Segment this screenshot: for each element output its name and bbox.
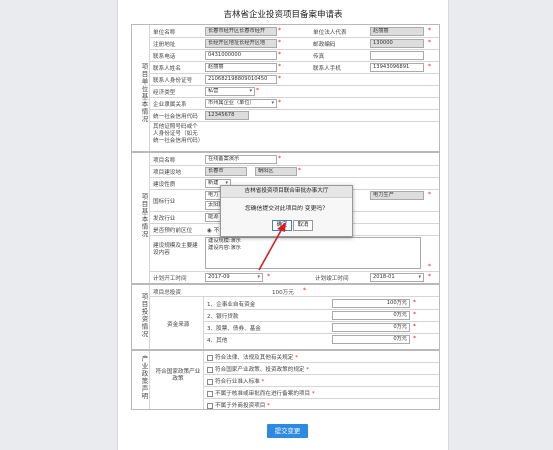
nature-label: 建设性质 xyxy=(153,182,176,188)
relation-label: 企业隶属关系 xyxy=(153,102,187,108)
scale-textarea[interactable]: 建设规模:演示 建设内容:演示 xyxy=(205,237,421,269)
unit-name-label: 单位名称 xyxy=(153,30,176,36)
credit-code-field[interactable]: 12345678 xyxy=(205,111,249,120)
postcode-label: 邮政编码 xyxy=(313,42,336,48)
dialog-cancel-button[interactable]: 取消 xyxy=(293,220,313,231)
reg-address-field[interactable]: 长经开区地址长经开区地 xyxy=(205,39,277,48)
phone-label: 联系电话 xyxy=(153,54,176,60)
project-district-field[interactable]: 朝阳区 xyxy=(255,167,297,176)
contact-mobile-field[interactable]: 13943096891 xyxy=(370,63,424,72)
policy-checkbox[interactable]: 符合行业准入标准 * xyxy=(207,377,264,385)
section-invest: 项目投资情况 项目总投资 100万元 * 资金来源 1、企事业自有资金 100万… xyxy=(131,284,440,350)
submit-change-button[interactable]: 提交变更 xyxy=(267,424,308,438)
section-project-label: 项目基本情况 xyxy=(140,193,148,238)
end-time-field[interactable]: 2018-01 xyxy=(370,273,424,282)
fund-item-label: 1、企事业自有资金 xyxy=(207,302,256,308)
policy-checkbox[interactable]: 符合法律、法规及其他有关规定 * xyxy=(207,353,298,361)
postcode-field[interactable]: 130000 xyxy=(370,39,424,48)
econ-type-label: 经济类型 xyxy=(153,90,176,96)
policy-checkbox[interactable]: 符合国家产业政策、投资政策的规定 * xyxy=(207,365,309,373)
fund-item-value[interactable]: 100万元 xyxy=(332,299,410,308)
policy-label: 符合国家政策产业政策 xyxy=(155,369,201,382)
idcard-field[interactable]: 210682198809010450 xyxy=(205,75,277,84)
other-id-label: 其他证照号码或个人身份证号（如无统一社会信用代码） xyxy=(153,124,204,144)
fund-item-value[interactable]: 0万元 xyxy=(332,335,410,344)
fund-item-value[interactable]: 0万元 xyxy=(332,311,410,320)
dev-industry-label: 发改行业 xyxy=(153,216,176,222)
legal-rep-label: 单位法人代表 xyxy=(313,30,347,36)
project-city-field[interactable]: 长春市 xyxy=(205,167,247,176)
fund-item-label: 3、股票、债券、基金 xyxy=(207,326,261,332)
industry-label: 国标行业 xyxy=(153,199,176,205)
section-policy-label: 产业政策声明 xyxy=(140,355,148,400)
confirm-dialog: 吉林省投资项目联合审批办事大厅 您确信提交对此项目的 变更吗？ 确定 取消 xyxy=(220,185,353,237)
project-location-label: 项目建设地 xyxy=(153,170,181,176)
project-name-label: 项目名称 xyxy=(153,158,176,164)
total-invest-value: 100万元 xyxy=(272,290,294,296)
reg-address-label: 注册地址 xyxy=(153,42,176,48)
unit-name-field[interactable]: 长春市经开区长春市经开 xyxy=(205,27,277,36)
contact-name-label: 联系人姓名 xyxy=(153,66,181,72)
fund-source-label: 资金来源 xyxy=(167,322,190,328)
fax-label: 传真 xyxy=(313,54,325,60)
dialog-title: 吉林省投资项目联合审批办事大厅 xyxy=(221,186,352,198)
project-name-field[interactable]: 在线备案演示 xyxy=(205,155,277,164)
contact-mobile-label: 联系人手机 xyxy=(313,66,341,72)
industry-right-field[interactable]: 电力生产 xyxy=(370,191,424,200)
econ-type-select[interactable]: 私营 xyxy=(205,87,255,96)
section-invest-label: 项目投资情况 xyxy=(140,293,148,338)
start-time-label: 计划开工时间 xyxy=(153,276,187,282)
section-unit-label: 项目单位基本情况 xyxy=(140,63,148,123)
contact-name-field[interactable]: 赵丽丽 xyxy=(205,63,277,72)
page-title: 吉林省企业投资项目备案申请表 xyxy=(223,10,343,20)
start-time-field[interactable]: 2017-09 xyxy=(205,273,263,282)
total-invest-label: 项目总投资 xyxy=(153,290,181,296)
relation-select[interactable]: 市州属企业（单位） xyxy=(205,99,277,108)
scale-label: 建设规模及主要建设内容 xyxy=(153,243,198,256)
dialog-message: 您确信提交对此项目的 变更吗？ xyxy=(245,206,328,212)
policy-checkbox[interactable]: 不属于外商投资项目 * xyxy=(207,401,270,409)
dialog-ok-button[interactable]: 确定 xyxy=(272,220,292,231)
fax-field[interactable] xyxy=(370,51,424,60)
legal-rep-field[interactable]: 赵丽丽 xyxy=(370,27,424,36)
credit-code-label: 统一社会信用代码 xyxy=(153,114,198,120)
fund-item-value[interactable]: 0万元 xyxy=(332,323,410,332)
section-policy: 产业政策声明 符合国家政策产业政策 符合法律、法规及其他有关规定 * 符合国家产… xyxy=(131,350,440,410)
pre-zone-label: 是否预约前区位 xyxy=(153,228,193,234)
section-unit: 项目单位基本情况 单位名称 长春市经开区长春市经开 * 单位法人代表 赵丽丽 *… xyxy=(131,24,440,152)
policy-checkbox[interactable]: 不属于核准或审批而在进行备案的项目 * xyxy=(207,389,315,397)
end-time-label: 计划竣工时间 xyxy=(315,276,349,282)
phone-field[interactable]: 0431000000 xyxy=(205,51,277,60)
fund-item-label: 2、银行贷款 xyxy=(207,314,239,320)
pre-zone-option[interactable]: ◉ 不 xyxy=(207,226,219,234)
fund-item-label: 4、其他 xyxy=(207,338,228,344)
idcard-label: 联系人身份证号 xyxy=(153,78,193,84)
